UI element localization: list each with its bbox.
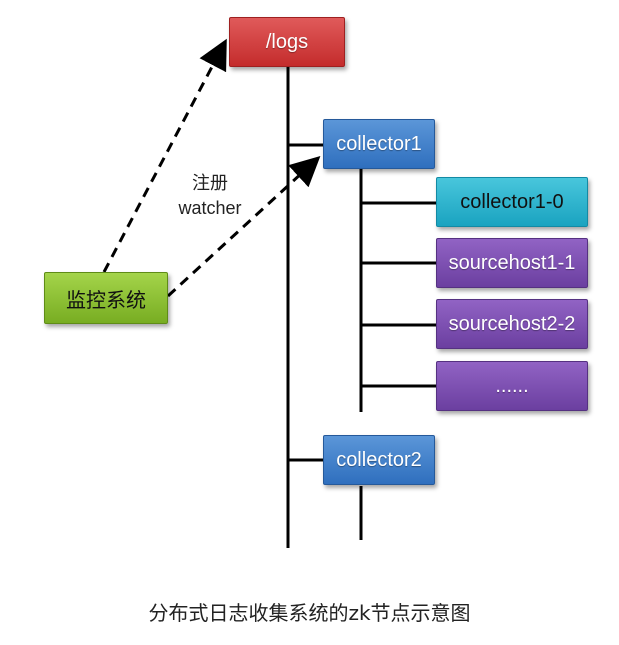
zk-node-diagram: /logs collector1 collector1-0 sourcehost… bbox=[0, 0, 619, 645]
node-sourcehost1-1: sourcehost1-1 bbox=[436, 238, 588, 288]
node-logs: /logs bbox=[229, 17, 345, 67]
edge-label: 注册 watcher bbox=[168, 172, 252, 220]
edge-label-watcher: watcher bbox=[178, 198, 242, 218]
watch-arrow-logs bbox=[102, 38, 227, 273]
edge-label-register: 注册 bbox=[192, 173, 228, 194]
node-collector2: collector2 bbox=[323, 435, 435, 485]
node-collector1: collector1 bbox=[323, 119, 435, 169]
node-sourcehost2-2: sourcehost2-2 bbox=[436, 299, 588, 349]
node-collector1-0: collector1-0 bbox=[436, 177, 588, 227]
node-ellipsis: ...... bbox=[436, 361, 588, 411]
diagram-caption: 分布式日志收集系统的zk节点示意图 bbox=[148, 601, 471, 625]
node-monitor-system: 监控系统 bbox=[44, 272, 168, 324]
